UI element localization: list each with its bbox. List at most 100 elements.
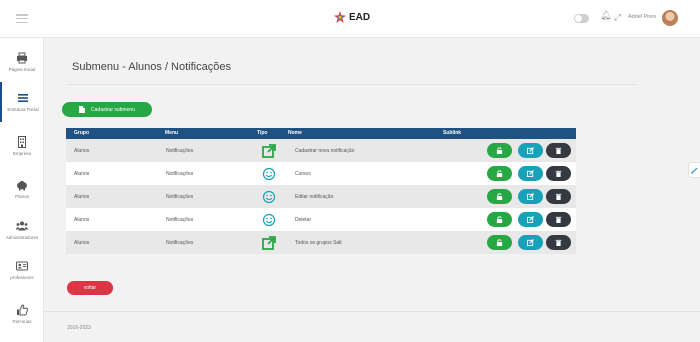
trash-icon bbox=[555, 239, 562, 246]
star-logo-icon bbox=[334, 11, 346, 23]
piggy-bank-icon bbox=[17, 181, 27, 191]
cell-grupo: Alunos bbox=[74, 217, 90, 223]
theme-toggle[interactable] bbox=[574, 14, 589, 23]
table-row: Alunos Notificações Cadastrar nova notif… bbox=[66, 139, 576, 162]
unlock-button[interactable] bbox=[487, 189, 512, 204]
sidebar-item-pagina-inicial[interactable]: Página Inicial bbox=[0, 42, 44, 82]
edit-icon bbox=[527, 239, 534, 246]
edit-icon bbox=[527, 147, 534, 154]
cell-nome: Editar notificação bbox=[295, 194, 334, 200]
column-header-nome: Nome bbox=[288, 130, 302, 136]
cell-menu: Notificações bbox=[166, 194, 194, 200]
settings-panel-tab[interactable] bbox=[688, 162, 700, 178]
delete-button[interactable] bbox=[546, 235, 571, 250]
sidebar: Página Inicial Estrutura Portal Empresa … bbox=[0, 38, 44, 342]
id-card-icon bbox=[16, 261, 28, 271]
external-link-icon bbox=[262, 144, 276, 158]
edit-button[interactable] bbox=[518, 166, 543, 181]
delete-button[interactable] bbox=[546, 143, 571, 158]
sidebar-item-label: Estrutura Portal bbox=[7, 107, 39, 112]
sidebar-item-label: Planos bbox=[15, 194, 29, 199]
table-row: Alunos Notificações Deletar bbox=[66, 208, 576, 231]
printer-icon bbox=[17, 52, 27, 64]
cell-grupo: Alunos bbox=[74, 148, 90, 154]
cell-grupo: Alunos bbox=[74, 240, 90, 246]
sidebar-item-administradores[interactable]: Administradores bbox=[0, 210, 44, 250]
sidebar-item-label: Página Inicial bbox=[8, 67, 36, 72]
smile-icon bbox=[262, 190, 276, 204]
column-header-sublink: Sublink bbox=[443, 130, 462, 136]
brand-logo[interactable]: EAD bbox=[334, 11, 370, 23]
add-submenu-button[interactable]: Cadastrar submenu bbox=[62, 102, 152, 117]
sidebar-item-label: Empresa bbox=[12, 151, 31, 156]
cell-menu: Notificações bbox=[166, 171, 194, 177]
edit-icon bbox=[527, 193, 534, 200]
pencil-icon bbox=[691, 167, 698, 174]
sidebar-item-professores[interactable]: professores bbox=[0, 250, 44, 290]
unlock-button[interactable] bbox=[487, 212, 512, 227]
table-row: Alunos Notificações Todos os grupos Salt bbox=[66, 231, 576, 254]
footer-divider bbox=[44, 311, 700, 312]
edit-button[interactable] bbox=[518, 212, 543, 227]
cell-nome: Cursos bbox=[295, 171, 311, 177]
page-title: Submenu - Alunos / Notificações bbox=[72, 61, 231, 73]
lock-icon bbox=[496, 147, 503, 154]
user-name[interactable]: Adriel Pires bbox=[628, 14, 656, 20]
avatar[interactable] bbox=[662, 10, 678, 26]
lock-icon bbox=[496, 216, 503, 223]
unlock-button[interactable] bbox=[487, 235, 512, 250]
unlock-button[interactable] bbox=[487, 143, 512, 158]
bell-icon[interactable]: 🔔︎ bbox=[600, 10, 611, 21]
lock-icon bbox=[496, 193, 503, 200]
top-navbar: EAD 🔔︎ ⤢ Adriel Pires bbox=[0, 0, 700, 38]
fullscreen-icon[interactable]: ⤢ bbox=[614, 12, 621, 23]
brand-name: EAD bbox=[349, 11, 371, 23]
delete-button[interactable] bbox=[546, 212, 571, 227]
column-header-tipo: Tipo bbox=[257, 130, 268, 136]
users-icon bbox=[16, 221, 28, 231]
external-link-icon bbox=[262, 236, 276, 250]
cell-nome: Deletar bbox=[295, 217, 312, 223]
edit-button[interactable] bbox=[518, 189, 543, 204]
sidebar-item-parcerias[interactable]: Parcerias bbox=[0, 294, 44, 334]
divider bbox=[66, 84, 638, 85]
edit-icon bbox=[527, 216, 534, 223]
menu-icon bbox=[18, 94, 28, 102]
cell-grupo: Alunos bbox=[74, 171, 90, 177]
cell-menu: Notificações bbox=[166, 240, 194, 246]
table-row: Alunos Notificações Editar notificação bbox=[66, 185, 576, 208]
trash-icon bbox=[555, 193, 562, 200]
back-button[interactable]: voltar bbox=[67, 281, 113, 295]
sidebar-item-planos[interactable]: Planos bbox=[0, 169, 44, 209]
smile-icon bbox=[262, 167, 276, 181]
cell-menu: Notificações bbox=[166, 217, 194, 223]
cell-nome: Cadastrar nova notificação bbox=[295, 148, 355, 154]
trash-icon bbox=[555, 147, 562, 154]
edit-button[interactable] bbox=[518, 235, 543, 250]
cell-grupo: Alunos bbox=[74, 194, 90, 200]
add-submenu-label: Cadastrar submenu bbox=[91, 106, 135, 113]
hamburger-menu-icon[interactable] bbox=[16, 14, 28, 23]
delete-button[interactable] bbox=[546, 189, 571, 204]
footer-copyright: 2016-2023 bbox=[67, 325, 91, 331]
sidebar-item-estrutura-portal[interactable]: Estrutura Portal bbox=[0, 82, 44, 122]
edit-button[interactable] bbox=[518, 143, 543, 158]
column-header-menu: Menu bbox=[165, 130, 179, 136]
lock-icon bbox=[496, 170, 503, 177]
submenu-table: Grupo Menu Tipo Nome Sublink Alunos Noti… bbox=[66, 128, 576, 254]
delete-button[interactable] bbox=[546, 166, 571, 181]
trash-icon bbox=[555, 170, 562, 177]
sidebar-item-label: Administradores bbox=[5, 235, 39, 240]
sidebar-item-empresa[interactable]: Empresa bbox=[0, 126, 44, 166]
lock-icon bbox=[496, 239, 503, 246]
smile-icon bbox=[262, 213, 276, 227]
table-row: Alunos Notificações Cursos bbox=[66, 162, 576, 185]
building-icon bbox=[18, 136, 26, 148]
cell-menu: Notificações bbox=[166, 148, 194, 154]
edit-icon bbox=[527, 170, 534, 177]
sidebar-item-label: professores bbox=[10, 275, 34, 280]
unlock-button[interactable] bbox=[487, 166, 512, 181]
thumbs-up-icon bbox=[17, 304, 28, 316]
file-icon bbox=[79, 106, 86, 113]
trash-icon bbox=[555, 216, 562, 223]
